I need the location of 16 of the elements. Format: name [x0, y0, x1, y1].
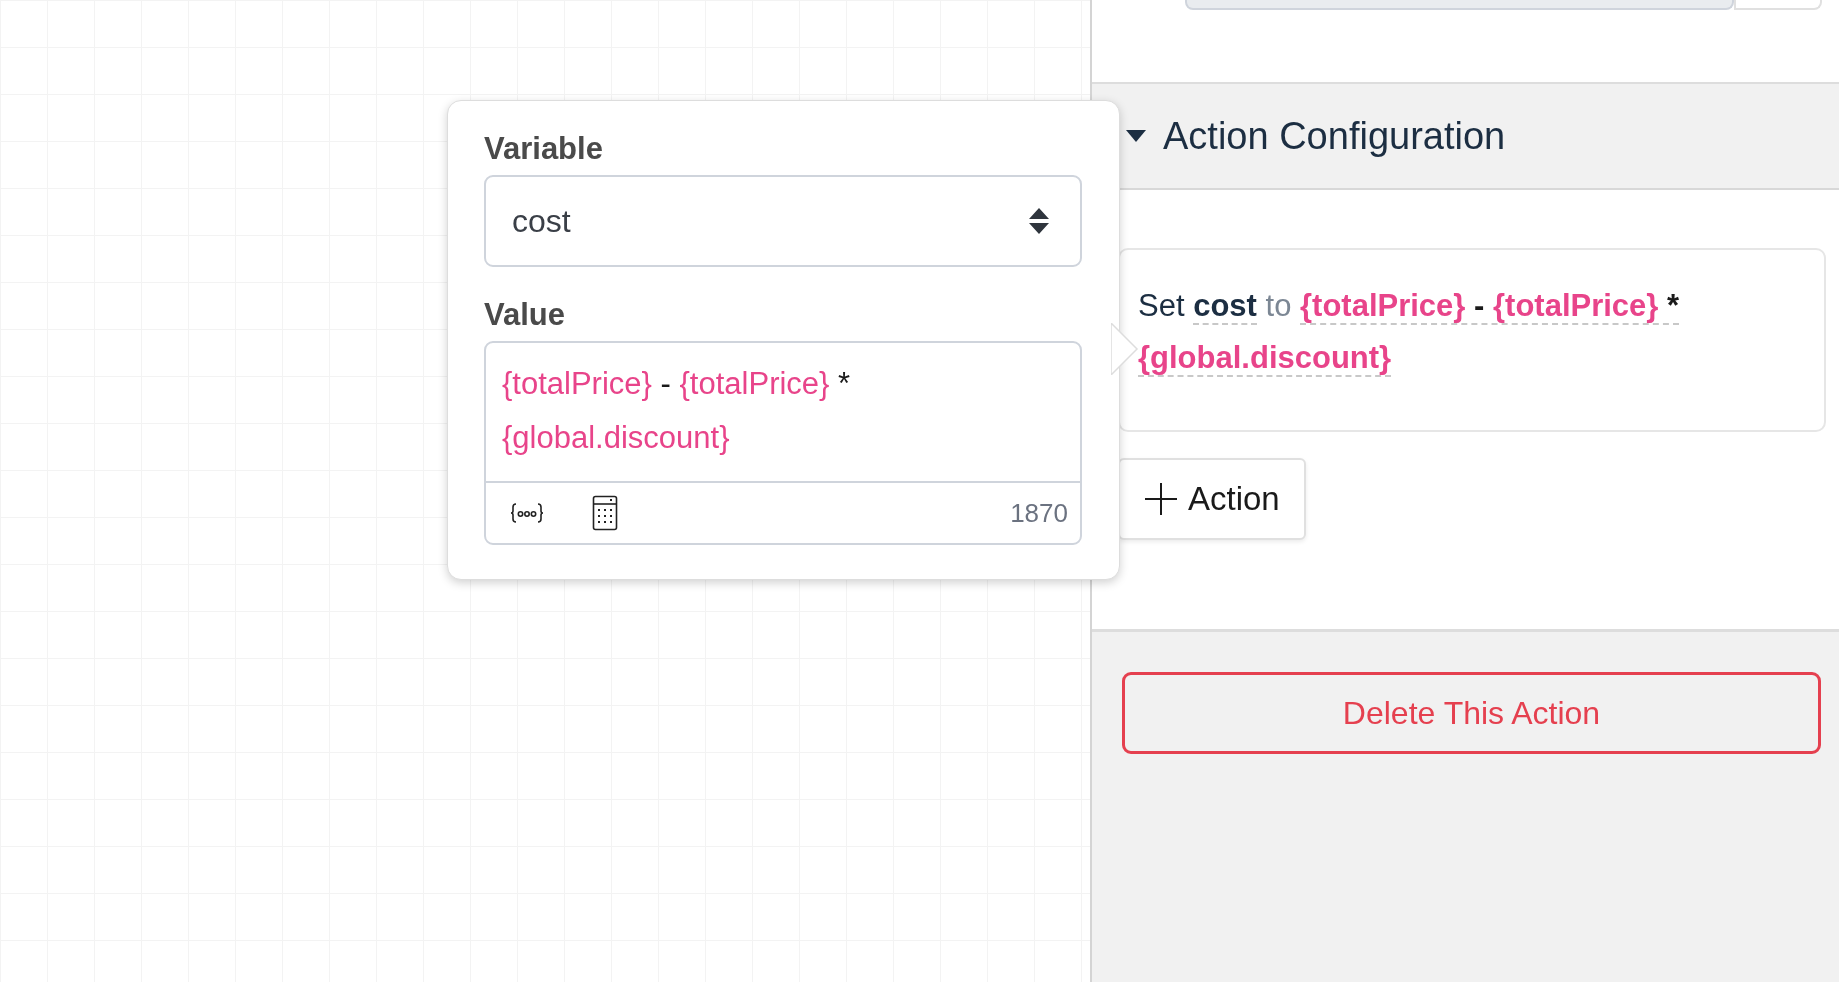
variable-label: Variable [484, 131, 603, 167]
action-summary: Set cost to {totalPrice} - {totalPrice} * {global.discount} [1138, 287, 1681, 379]
variable-select[interactable]: cost [484, 175, 1082, 267]
input-field[interactable] [1185, 0, 1734, 10]
field-button[interactable] [1734, 0, 1822, 10]
variable-braces-icon[interactable] [510, 502, 544, 524]
value-label: Value [484, 297, 565, 333]
add-action-button[interactable]: Action [1118, 458, 1306, 540]
section-title: Action Configuration [1163, 114, 1506, 158]
action-card[interactable]: Set cost to {totalPrice} - {totalPrice} * {global.discount} [1118, 248, 1826, 432]
value-input[interactable]: {totalPrice} - {totalPrice} * {global.discount} [486, 343, 1080, 483]
calculator-icon[interactable] [592, 495, 618, 531]
delete-action-button[interactable]: Delete This Action [1122, 672, 1821, 754]
sort-arrows-icon [1028, 207, 1050, 235]
plus-icon [1144, 482, 1178, 516]
character-count: 1870 [1010, 497, 1068, 529]
